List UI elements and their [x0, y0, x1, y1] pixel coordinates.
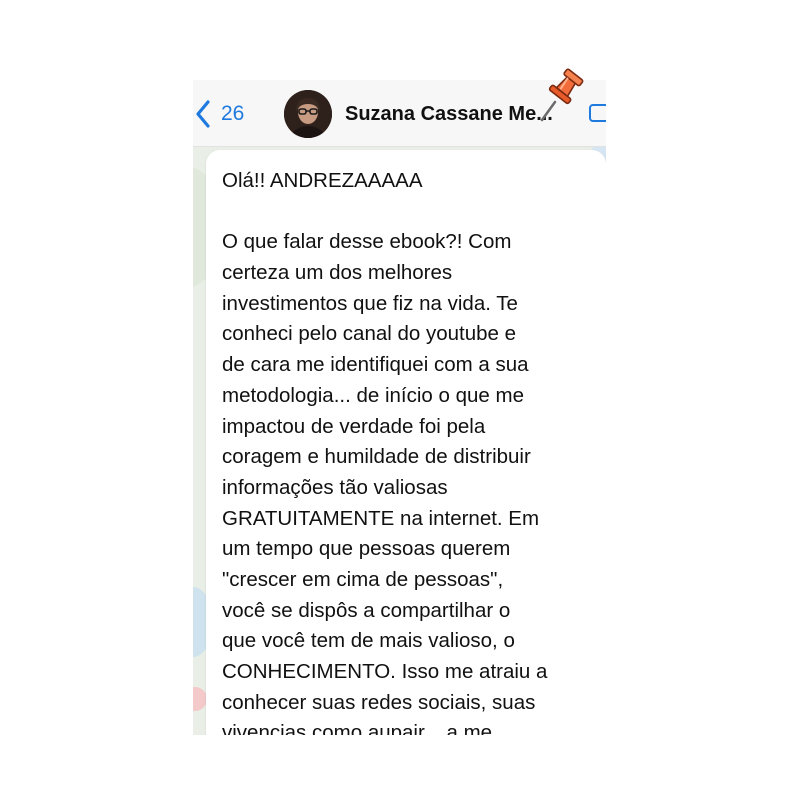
- message-line: conhecer suas redes sociais, suas: [222, 690, 536, 714]
- message-line: metodologia... de início o que me: [222, 383, 524, 407]
- chevron-left-icon: [196, 100, 210, 128]
- message-line: certeza um dos melhores: [222, 261, 453, 285]
- avatar[interactable]: [284, 90, 332, 138]
- message-line: investimentos que fiz na vida. Te: [222, 291, 518, 315]
- message-line: você se dispôs a compartilhar o: [222, 598, 511, 622]
- message-line: de cara me identifiquei com a sua: [222, 353, 529, 377]
- message-line: impactou de verdade foi pela: [222, 414, 486, 438]
- message-line: um tempo que pessoas querem: [222, 537, 511, 561]
- message-line: GRATUITAMENTE na internet. Em: [222, 506, 540, 530]
- unread-count: 26: [221, 102, 245, 125]
- pushpin-icon: [540, 68, 584, 122]
- avatar-photo: [284, 90, 332, 138]
- message-line: conheci pelo canal do youtube e: [222, 322, 517, 346]
- message-line: O que falar desse ebook?! Com: [222, 230, 512, 254]
- video-call-icon[interactable]: [589, 104, 606, 122]
- message-line: vivencias como aupair... a me: [222, 721, 493, 735]
- back-button[interactable]: 26: [195, 98, 244, 130]
- message-line: CONHECIMENTO. Isso me atraiu a: [222, 660, 548, 683]
- message-bubble[interactable]: Olá!! ANDREZAAAAA O que falar desse eboo…: [206, 150, 606, 735]
- wallpaper-shape: [193, 687, 207, 711]
- message-line: que você tem de mais valioso, o: [222, 629, 515, 653]
- message-line: "crescer em cima de pessoas",: [222, 567, 504, 591]
- message-line: coragem e humildade de distribuir: [222, 445, 531, 469]
- contact-name[interactable]: Suzana Cassane Me...: [345, 103, 553, 126]
- message-line: informações tão valiosas: [222, 475, 448, 499]
- message-line: [222, 197, 594, 228]
- message-line: Olá!! ANDREZAAAAA: [222, 169, 423, 192]
- chat-screen: 26 Suzana Cassane Me... Olá!! ANDREZAAAA…: [193, 80, 606, 735]
